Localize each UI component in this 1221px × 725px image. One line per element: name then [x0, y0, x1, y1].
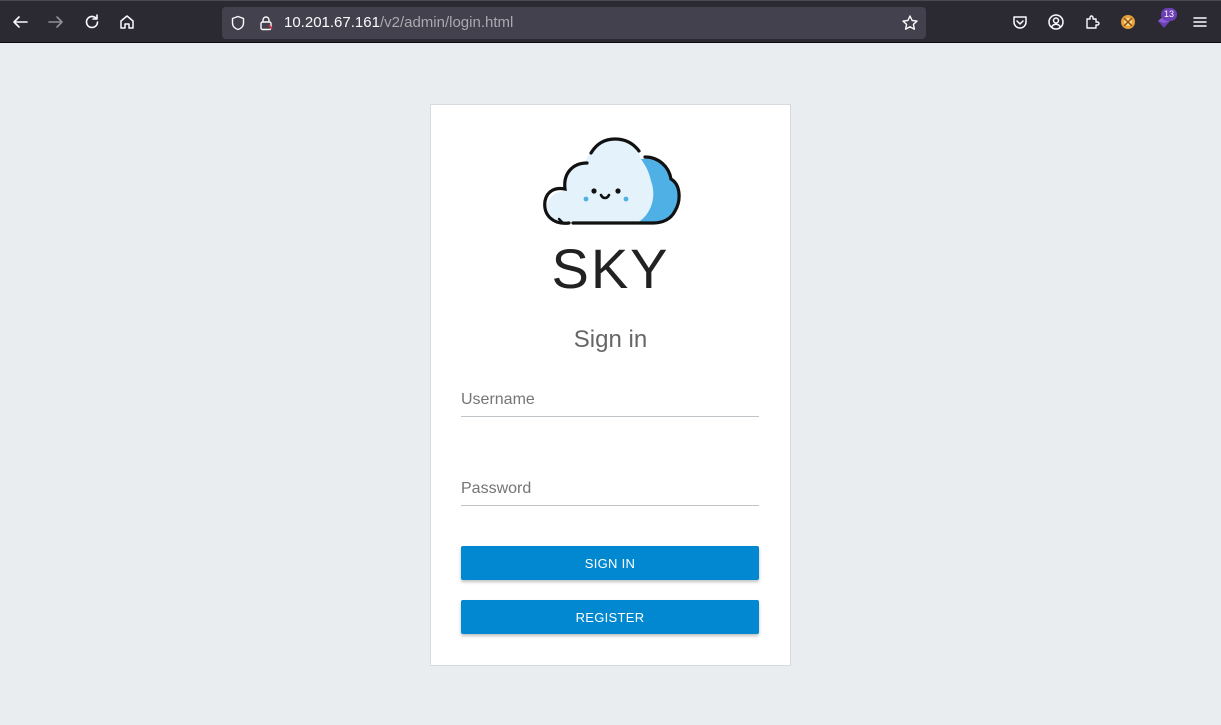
extension-icon — [1121, 15, 1135, 29]
account-icon — [1048, 14, 1064, 30]
login-card: SKY Sign in SIGN IN REGISTER — [430, 104, 791, 666]
reload-icon — [85, 14, 99, 29]
page-title: Sign in — [573, 326, 648, 353]
sign-in-button[interactable]: SIGN IN — [461, 546, 759, 580]
forward-arrow-icon — [48, 16, 63, 28]
url-bar[interactable]: 10.201.67.161/v2/admin/login.html — [222, 7, 926, 39]
home-button[interactable] — [112, 7, 142, 37]
cloud-logo — [543, 137, 681, 225]
bookmark-star-icon[interactable] — [901, 14, 919, 32]
account-button[interactable] — [1041, 7, 1071, 37]
menu-icon — [1193, 17, 1207, 27]
back-button[interactable] — [5, 7, 35, 37]
username-input[interactable] — [461, 385, 759, 415]
password-input[interactable] — [461, 474, 759, 504]
menu-button[interactable] — [1185, 7, 1215, 37]
extensions-button[interactable] — [1077, 7, 1107, 37]
reload-button[interactable] — [77, 7, 107, 37]
extension-badge-count: 13 — [1161, 8, 1177, 21]
url-path: /v2/admin/login.html — [379, 14, 514, 31]
pocket-icon — [1013, 16, 1027, 29]
back-arrow-icon — [13, 16, 28, 28]
extensions-icon — [1086, 15, 1100, 29]
password-field — [461, 474, 759, 506]
extension-button[interactable] — [1113, 7, 1143, 37]
forward-button[interactable] — [41, 7, 71, 37]
shield-icon[interactable] — [229, 14, 247, 32]
browser-toolbar: 10.201.67.161/v2/admin/login.html 13 — [0, 0, 1221, 43]
pocket-button[interactable] — [1005, 7, 1035, 37]
register-button[interactable]: REGISTER — [461, 600, 759, 634]
home-icon — [120, 15, 134, 29]
username-field — [461, 385, 759, 417]
brand-name: SKY — [551, 237, 670, 300]
lock-icon[interactable] — [257, 14, 275, 32]
url-host: 10.201.67.161 — [284, 14, 380, 31]
url-text[interactable]: 10.201.67.161/v2/admin/login.html — [284, 14, 513, 32]
